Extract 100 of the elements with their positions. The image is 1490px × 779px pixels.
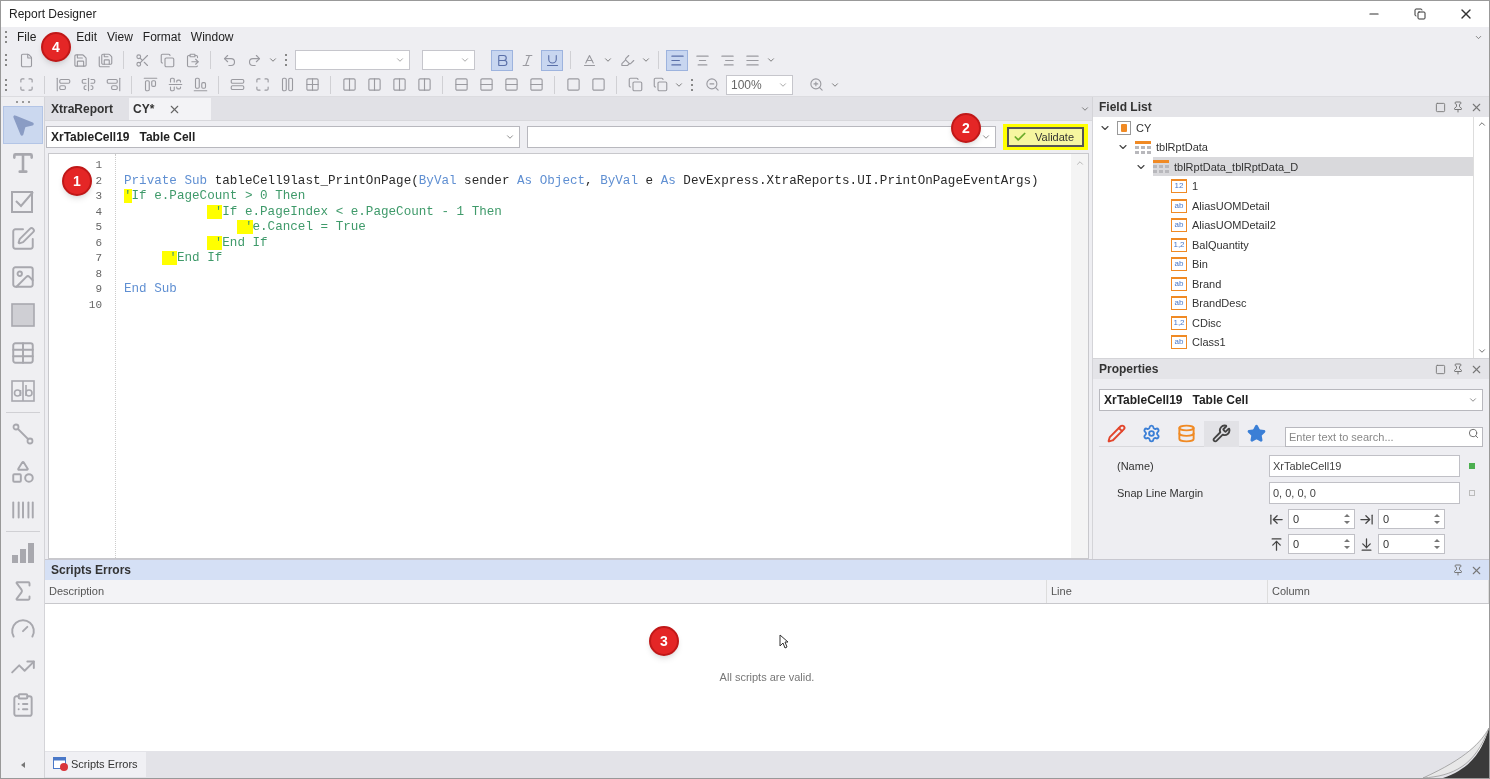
align-rights-icon <box>105 77 121 92</box>
toolbar-grip-icon <box>285 53 288 67</box>
column-header[interactable]: Description <box>45 580 1047 603</box>
property-value-field[interactable]: 0, 0, 0, 0 <box>1269 482 1460 504</box>
tree-item[interactable]: 1,2 BalQuantity <box>1171 235 1253 255</box>
validate-button[interactable]: Validate <box>1007 127 1084 147</box>
font-size-combo[interactable] <box>422 50 475 70</box>
spin-arrows-icon[interactable] <box>1434 538 1440 550</box>
maximize-icon[interactable] <box>1435 363 1446 375</box>
field-type-icon: ab <box>1171 276 1187 291</box>
property-value-field[interactable]: XrTableCell19 <box>1269 455 1460 477</box>
undo-icon <box>221 52 237 68</box>
square-icon <box>590 77 606 92</box>
toolbar-grip-icon <box>5 53 8 67</box>
zoom-combo[interactable]: 100% <box>726 74 793 95</box>
align-lefts-icon <box>55 77 71 92</box>
rows-icon <box>503 77 519 92</box>
property-search-field[interactable]: Enter text to search... <box>1285 426 1483 447</box>
bottom-tab[interactable]: Scripts Errors <box>45 752 146 777</box>
tree-item[interactable]: 12 1 <box>1171 176 1203 196</box>
pin-icon[interactable] <box>1452 101 1464 113</box>
align-left-icon <box>669 52 685 68</box>
tree-item[interactable]: tblRptData <box>1135 137 1212 157</box>
scroll-up-icon[interactable] <box>1476 119 1487 129</box>
line-number: 4 <box>95 204 102 220</box>
menu-item[interactable]: File <box>12 28 42 46</box>
menu-item[interactable]: View <box>102 28 138 46</box>
panel-title: Scripts Errors <box>51 562 132 579</box>
tree-item[interactable]: ab AliasUOMDetail2 <box>1171 215 1280 235</box>
column-header[interactable]: Column <box>1268 580 1489 603</box>
underline-button[interactable] <box>541 49 563 71</box>
menu-item[interactable]: Window <box>185 28 239 46</box>
stretch-icon <box>279 77 295 92</box>
collapse-arrow-icon[interactable] <box>20 762 25 768</box>
save-all-icon <box>97 52 113 68</box>
tree-item[interactable]: ab Class1 <box>1171 332 1230 352</box>
tree-item[interactable]: ab Brand <box>1171 274 1226 294</box>
field-type-icon: ab <box>1171 296 1187 311</box>
spin-field[interactable]: 0 <box>1288 534 1355 554</box>
tab-list-icon[interactable] <box>1080 104 1090 114</box>
toolbox-item[interactable] <box>2 106 43 144</box>
copy-icon <box>159 52 175 68</box>
font-color-icon <box>581 52 597 68</box>
spin-field[interactable]: 0 <box>1378 534 1445 554</box>
underline-icon <box>544 52 560 68</box>
checkmark-icon <box>1013 130 1028 144</box>
pin-icon[interactable] <box>1452 564 1464 576</box>
spin-arrows-icon[interactable] <box>1344 513 1350 525</box>
toolbar-grip-icon <box>5 30 8 44</box>
align-tops-icon <box>142 77 158 92</box>
scroll-down-icon[interactable] <box>1476 346 1487 356</box>
property-label: Snap Line Margin <box>1116 485 1205 501</box>
split-letters-icon <box>10 380 35 402</box>
property-tab[interactable] <box>1204 420 1239 447</box>
script-error-icon <box>53 757 69 772</box>
square-icon <box>565 77 581 92</box>
align-center-icon <box>694 52 710 68</box>
spin-field[interactable]: 0 <box>1378 509 1445 529</box>
line-number: 2 <box>95 173 102 189</box>
columns-icon <box>366 77 382 92</box>
align-centers-icon <box>80 77 96 92</box>
code-editor[interactable] <box>48 153 1089 559</box>
pin-icon[interactable] <box>1452 363 1464 375</box>
line-number: 3 <box>95 189 102 204</box>
tree-item[interactable]: ab AliasUOMDetail <box>1171 196 1274 216</box>
component-combo[interactable]: XrTableCell19 Table Cell <box>46 126 520 148</box>
component-combo[interactable]: XrTableCell19 Table Cell <box>1099 389 1483 411</box>
spin-field[interactable]: 0 <box>1288 509 1355 529</box>
tree-item[interactable]: CY <box>1117 118 1156 138</box>
menu-item[interactable]: Edit <box>71 28 103 46</box>
grid-icon <box>304 77 320 92</box>
column-header[interactable]: Line <box>1047 580 1268 603</box>
toolbar-grip-icon <box>5 77 8 92</box>
restore-icon <box>1414 8 1426 20</box>
scrollbar[interactable] <box>1071 154 1088 558</box>
field-type-icon: 1,2 <box>1171 315 1187 330</box>
tree-item[interactable]: ab Bin <box>1171 254 1212 274</box>
code-line: 'If e.PageIndex < e.PageCount - 1 Then <box>124 204 502 220</box>
tree-item[interactable]: 1,2 CDisc <box>1171 313 1226 333</box>
spin-arrows-icon[interactable] <box>1434 513 1440 525</box>
panel-title: Field List <box>1099 99 1152 116</box>
maximize-icon[interactable] <box>1435 101 1446 113</box>
panel-icon <box>10 303 35 327</box>
redo-icon <box>246 52 262 68</box>
document-tab[interactable]: CY* <box>129 98 211 120</box>
wrench-icon <box>1212 424 1231 443</box>
panel-title: Properties <box>1099 361 1159 378</box>
tree-item[interactable]: ab BrandDesc <box>1171 293 1251 313</box>
bold-button[interactable] <box>491 49 513 71</box>
align-left-button[interactable] <box>666 49 688 71</box>
shapes-icon <box>9 459 36 485</box>
scroll-up-icon[interactable] <box>1074 158 1085 168</box>
menu-item[interactable]: Format <box>137 28 186 46</box>
line-number: 6 <box>95 235 102 251</box>
bottom-margin-icon <box>1359 536 1374 552</box>
spin-arrows-icon[interactable] <box>1344 538 1350 550</box>
tree-item[interactable]: tblRptData_tblRptData_D <box>1153 157 1473 177</box>
font-combo[interactable] <box>295 50 410 70</box>
justify-icon <box>744 52 760 68</box>
frame-icon <box>254 77 270 92</box>
